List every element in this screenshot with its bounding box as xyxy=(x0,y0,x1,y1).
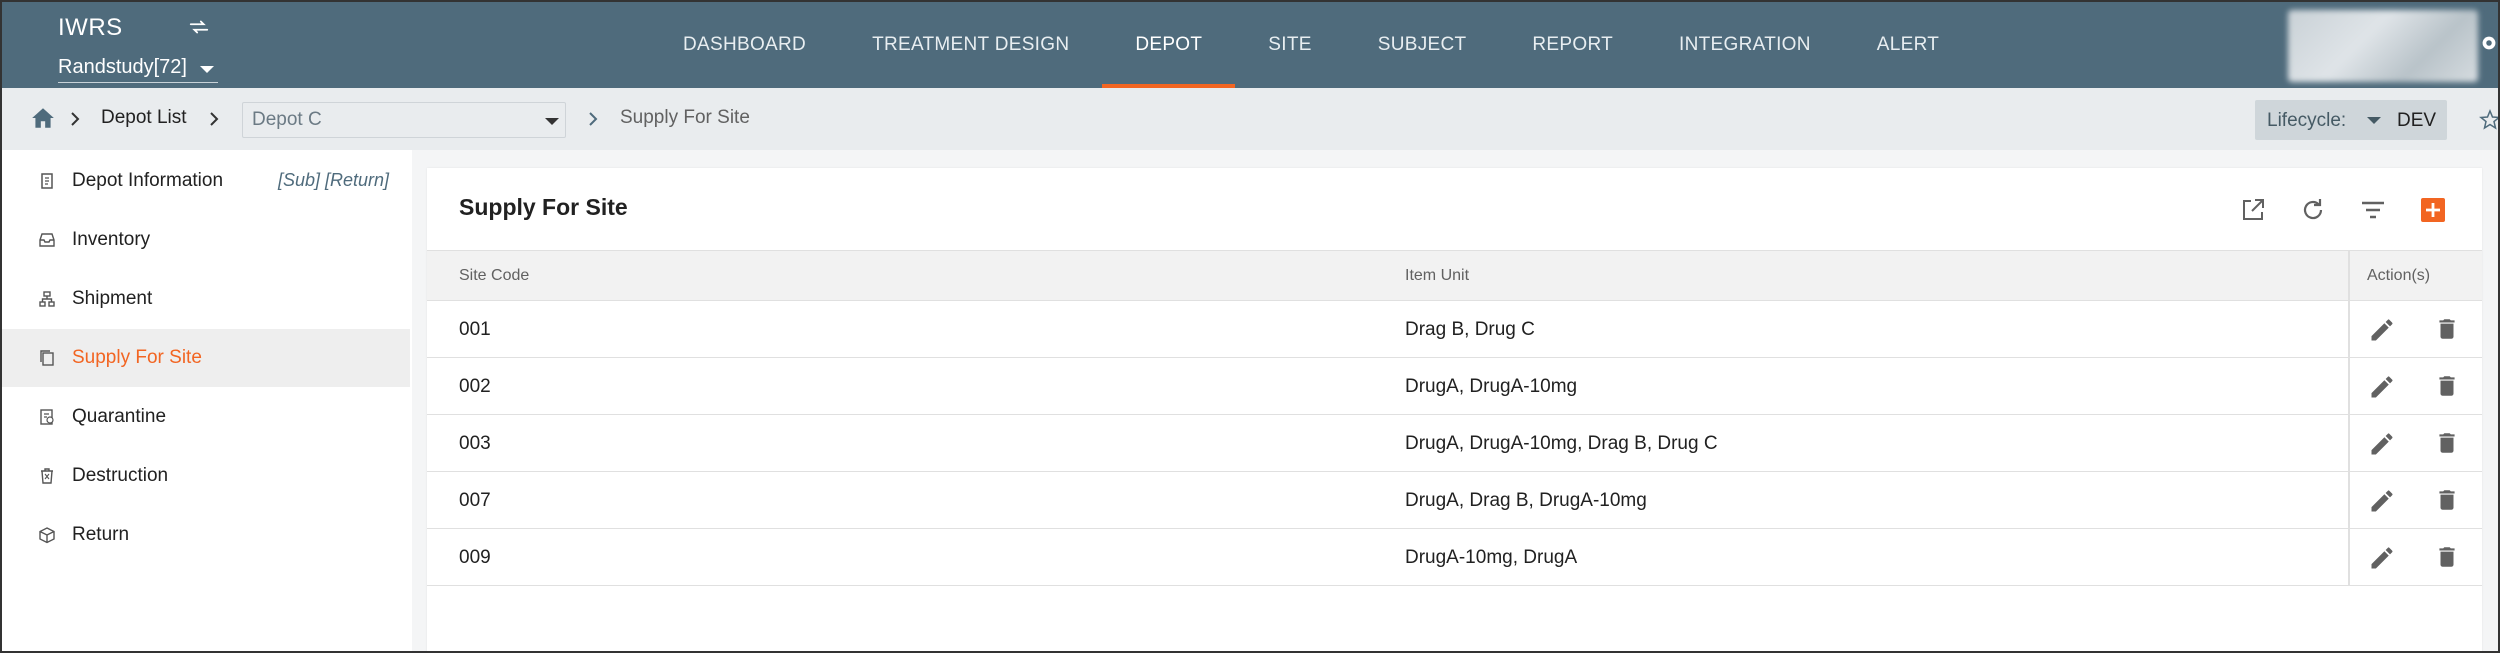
column-header-actions: Action(s) xyxy=(2367,267,2431,284)
gear-icon[interactable] xyxy=(2478,32,2500,54)
trash-icon xyxy=(41,468,53,484)
column-divider xyxy=(2348,301,2350,357)
site-code-cell: 009 xyxy=(459,547,491,568)
edit-icon[interactable] xyxy=(2368,430,2396,458)
user-account-area[interactable] xyxy=(2288,10,2478,82)
breadcrumb-current: Supply For Site xyxy=(620,107,750,128)
package-icon xyxy=(39,527,55,544)
nav-subject[interactable]: SUBJECT xyxy=(1345,2,1500,88)
chevron-down-icon xyxy=(545,118,559,125)
lifecycle-select[interactable]: Lifecycle: DEV xyxy=(2255,100,2447,140)
nav-integration[interactable]: INTEGRATION xyxy=(1646,2,1844,88)
breadcrumb: Depot List Depot C Supply For Site Lifec… xyxy=(2,88,2500,150)
item-unit-cell: DrugA, DrugA-10mg xyxy=(1405,376,1578,397)
nav-site[interactable]: SITE xyxy=(1235,2,1344,88)
sidebar-item-label: Inventory xyxy=(72,229,151,250)
edit-icon[interactable] xyxy=(2368,316,2396,344)
inbox-icon xyxy=(39,233,55,247)
sidebar-item-label: Quarantine xyxy=(72,406,167,427)
star-icon[interactable] xyxy=(2478,108,2500,132)
site-code-cell: 001 xyxy=(459,319,491,340)
sidebar-item-inventory[interactable]: Inventory xyxy=(2,211,410,269)
delete-icon[interactable] xyxy=(2434,543,2460,571)
lifecycle-label: Lifecycle: xyxy=(2267,110,2347,131)
hierarchy-icon xyxy=(39,291,55,307)
table-row: 009 DrugA-10mg, DrugA xyxy=(427,529,2482,586)
document-icon xyxy=(41,173,53,189)
site-code-cell: 007 xyxy=(459,490,491,511)
item-unit-cell: DrugA, Drag B, DrugA-10mg xyxy=(1405,490,1647,511)
sidebar-item-label: Return xyxy=(72,524,130,545)
table-row: 003 DrugA, DrugA-10mg, Drag B, Drug C xyxy=(427,415,2482,472)
column-header-item-unit[interactable]: Item Unit xyxy=(1405,267,1469,285)
table-header: Site Code Item Unit Action(s) xyxy=(427,250,2482,301)
app-window: IWRS Randstudy[72] DASHBOARD TREATMENT D… xyxy=(0,0,2500,653)
nav-depot[interactable]: DEPOT xyxy=(1102,2,1236,88)
supply-table: Site Code Item Unit Action(s) 001 Drag B… xyxy=(427,250,2482,586)
site-code-cell: 003 xyxy=(459,433,491,454)
chevron-right-icon xyxy=(210,112,219,126)
table-row: 007 DrugA, Drag B, DrugA-10mg xyxy=(427,472,2482,529)
site-code-cell: 002 xyxy=(459,376,491,397)
add-icon[interactable] xyxy=(2419,196,2447,224)
chevron-down-icon[interactable] xyxy=(200,66,214,73)
sidebar: Depot Information [Sub] [Return] Invento… xyxy=(2,150,412,651)
table-row: 001 Drag B, Drug C xyxy=(427,301,2482,358)
table-row: 002 DrugA, DrugA-10mg xyxy=(427,358,2482,415)
swap-icon[interactable] xyxy=(188,16,210,38)
nav-dashboard[interactable]: DASHBOARD xyxy=(650,2,839,88)
column-divider xyxy=(2348,415,2350,471)
sidebar-item-return[interactable]: Return xyxy=(2,506,410,564)
depot-select[interactable]: Depot C xyxy=(242,102,566,138)
sidebar-item-label: Destruction xyxy=(72,465,169,486)
nav-report[interactable]: REPORT xyxy=(1499,2,1646,88)
top-app-bar: IWRS Randstudy[72] DASHBOARD TREATMENT D… xyxy=(2,2,2500,88)
copy-icon xyxy=(40,350,54,366)
chevron-right-icon xyxy=(589,112,598,126)
delete-icon[interactable] xyxy=(2434,315,2460,343)
depot-select-value: Depot C xyxy=(252,109,322,130)
sidebar-item-label: Supply For Site xyxy=(72,347,202,368)
column-divider xyxy=(2348,251,2350,300)
filter-icon[interactable] xyxy=(2359,196,2387,224)
chevron-down-icon xyxy=(2367,117,2381,124)
sub-return-link[interactable]: [Sub] [Return] xyxy=(278,170,389,191)
sidebar-item-shipment[interactable]: Shipment xyxy=(2,270,410,328)
home-icon[interactable] xyxy=(30,106,56,130)
edit-icon[interactable] xyxy=(2368,373,2396,401)
column-header-site-code[interactable]: Site Code xyxy=(459,267,529,285)
page-title: Supply For Site xyxy=(459,194,628,220)
delete-icon[interactable] xyxy=(2434,429,2460,457)
sidebar-item-quarantine[interactable]: Quarantine xyxy=(2,388,410,446)
sidebar-item-label: Depot Information xyxy=(72,170,224,191)
breadcrumb-depot-list[interactable]: Depot List xyxy=(101,107,187,129)
chevron-right-icon xyxy=(71,112,80,126)
quarantine-icon xyxy=(40,409,54,425)
column-divider xyxy=(2348,529,2350,585)
lifecycle-value: DEV xyxy=(2397,110,2437,131)
item-unit-cell: Drag B, Drug C xyxy=(1405,319,1535,340)
delete-icon[interactable] xyxy=(2434,486,2460,514)
item-unit-cell: DrugA-10mg, DrugA xyxy=(1405,547,1578,568)
sidebar-item-supply-for-site[interactable]: Supply For Site xyxy=(2,329,410,387)
study-selector[interactable]: Randstudy[72] xyxy=(58,56,218,83)
app-title: IWRS xyxy=(58,14,123,41)
item-unit-cell: DrugA, DrugA-10mg, Drag B, Drug C xyxy=(1405,433,1718,454)
column-divider xyxy=(2348,358,2350,414)
nav-alert[interactable]: ALERT xyxy=(1844,2,1972,88)
open-external-icon[interactable] xyxy=(2239,196,2267,224)
main-nav: DASHBOARD TREATMENT DESIGN DEPOT SITE SU… xyxy=(650,2,1972,88)
sidebar-item-depot-information[interactable]: Depot Information [Sub] [Return] xyxy=(2,152,410,210)
edit-icon[interactable] xyxy=(2368,544,2396,572)
edit-icon[interactable] xyxy=(2368,487,2396,515)
refresh-icon[interactable] xyxy=(2299,196,2327,224)
sidebar-item-label: Shipment xyxy=(72,288,153,309)
supply-for-site-panel: Supply For Site Site Code Item Unit Acti… xyxy=(427,168,2482,651)
nav-treatment-design[interactable]: TREATMENT DESIGN xyxy=(839,2,1102,88)
delete-icon[interactable] xyxy=(2434,372,2460,400)
sidebar-item-destruction[interactable]: Destruction xyxy=(2,447,410,505)
column-divider xyxy=(2348,472,2350,528)
